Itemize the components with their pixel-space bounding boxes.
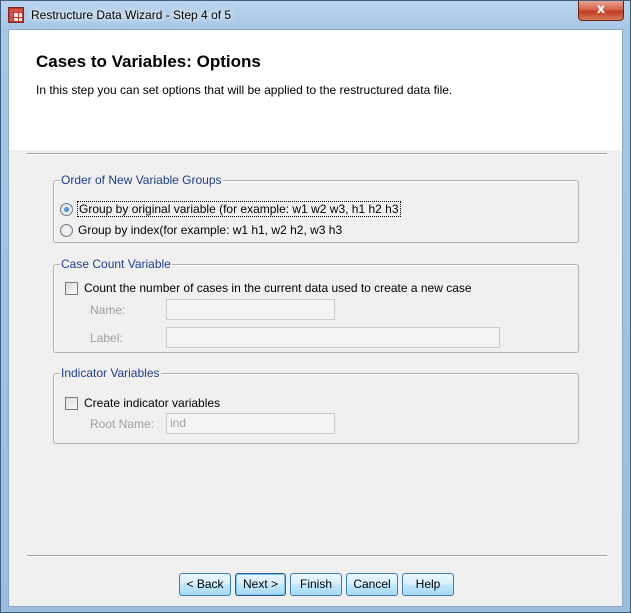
case-count-group: Case Count Variable Count the number of … [53, 257, 579, 353]
create-indicator-checkbox-label: Create indicator variables [84, 396, 221, 410]
window-title: Restructure Data Wizard - Step 4 of 5 [31, 8, 232, 22]
back-button[interactable]: < Back [179, 573, 231, 596]
radio-group-by-original[interactable]: Group by original variable (for example:… [60, 201, 401, 217]
wizard-client-area: Cases to Variables: Options In this step… [8, 29, 623, 607]
label-field[interactable] [166, 327, 500, 348]
case-count-group-legend: Case Count Variable [60, 257, 172, 271]
help-button[interactable]: Help [402, 573, 454, 596]
radio-unselected-icon[interactable] [60, 223, 73, 237]
checkbox-unchecked-icon[interactable] [65, 281, 78, 295]
count-cases-checkbox-label: Count the number of cases in the current… [84, 281, 472, 295]
count-cases-checkbox[interactable]: Count the number of cases in the current… [65, 281, 472, 295]
radio-group-by-original-label: Group by original variable (for example:… [77, 201, 401, 217]
name-field-label: Name: [90, 303, 126, 317]
spss-data-icon [8, 7, 24, 23]
name-field[interactable] [166, 299, 335, 320]
indicator-group: Indicator Variables Create indicator var… [53, 366, 579, 444]
root-name-label: Root Name: [90, 417, 155, 431]
order-group-legend: Order of New Variable Groups [60, 173, 223, 187]
indicator-group-legend: Indicator Variables [60, 366, 161, 380]
wizard-header: Cases to Variables: Options In this step… [9, 30, 622, 150]
radio-group-by-index-label: Group by index(for example: w1 h1, w2 h2… [78, 223, 343, 237]
close-button[interactable]: x [578, 1, 624, 21]
radio-selected-icon[interactable] [60, 202, 73, 216]
footer-divider [27, 555, 607, 557]
create-indicator-checkbox[interactable]: Create indicator variables [65, 396, 220, 410]
finish-button[interactable]: Finish [290, 573, 342, 596]
root-name-field[interactable]: ind [166, 413, 335, 434]
label-field-label: Label: [90, 331, 123, 345]
wizard-window: Restructure Data Wizard - Step 4 of 5 x … [0, 0, 631, 613]
checkbox-unchecked-icon[interactable] [65, 396, 78, 410]
radio-group-by-index[interactable]: Group by index(for example: w1 h1, w2 h2… [60, 223, 342, 237]
next-button[interactable]: Next > [235, 573, 286, 596]
page-title: Cases to Variables: Options [36, 52, 261, 71]
title-bar[interactable]: Restructure Data Wizard - Step 4 of 5 x [1, 1, 630, 29]
header-divider [27, 153, 607, 155]
page-description: In this step you can set options that wi… [36, 83, 453, 97]
order-group: Order of New Variable Groups Group by or… [53, 173, 579, 243]
cancel-button[interactable]: Cancel [346, 573, 398, 596]
